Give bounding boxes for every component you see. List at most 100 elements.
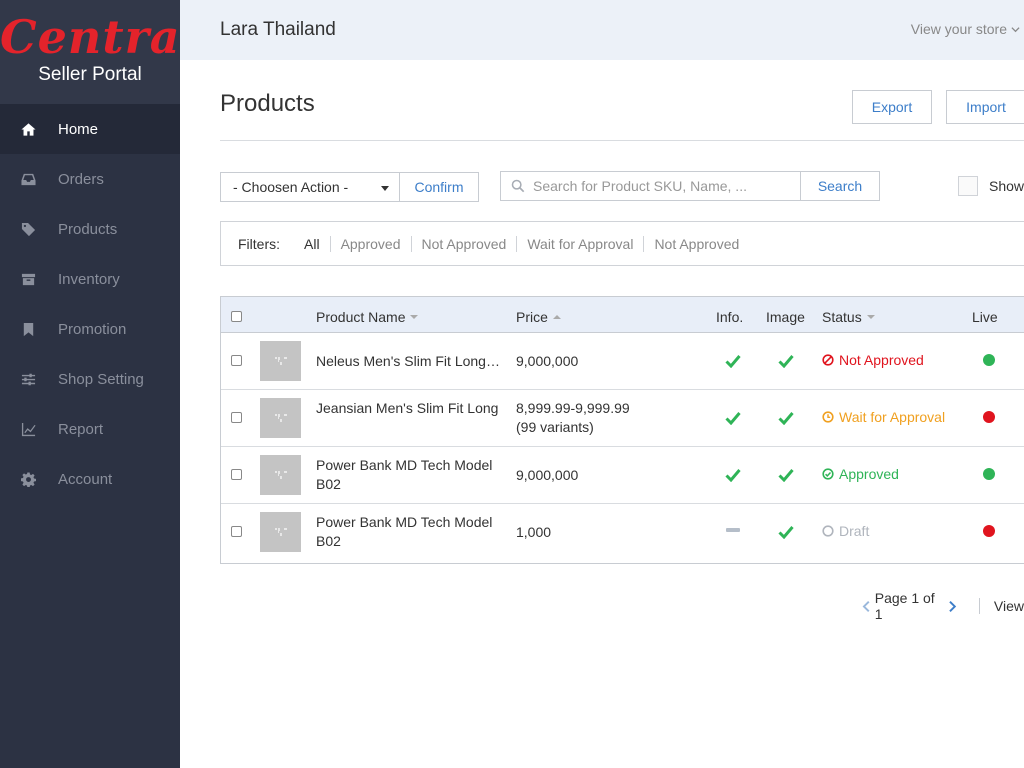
column-label: Status <box>822 309 862 325</box>
product-price: 9,000,000 <box>516 467 579 483</box>
filter-not-approved-2[interactable]: Not Approved <box>643 235 749 252</box>
image-placeholder-icon <box>274 357 287 365</box>
sort-down-icon <box>410 315 419 319</box>
column-live: Live <box>972 309 998 325</box>
search-icon <box>511 179 525 193</box>
select-all-checkbox[interactable] <box>231 311 242 322</box>
bookmark-icon <box>20 321 36 337</box>
column-label: Product Name <box>316 309 406 325</box>
product-name[interactable]: Neleus Men's Slim Fit Long… <box>316 352 506 371</box>
sidebar-item-label: Account <box>58 470 113 488</box>
sidebar-item-label: Orders <box>58 170 104 188</box>
column-image: Image <box>766 309 805 325</box>
confirm-button[interactable]: Confirm <box>399 172 479 202</box>
status-badge: Wait for Approval <box>822 409 945 425</box>
status-label: Draft <box>839 523 870 539</box>
title-divider <box>220 140 1024 141</box>
column-label: Price <box>516 309 548 325</box>
info-check-icon <box>725 355 741 368</box>
image-check-icon <box>778 526 794 539</box>
brand-logo[interactable]: Central Seller Portal <box>0 0 200 104</box>
product-price: 8,999.99-9,999.99 (99 variants) <box>516 400 630 435</box>
search-field[interactable] <box>500 171 801 201</box>
live-indicator <box>983 411 995 423</box>
column-product-name[interactable]: Product Name <box>316 309 419 325</box>
sidebar-item-promotion[interactable]: Promotion <box>0 304 180 354</box>
filter-wait-for-approval[interactable]: Wait for Approval <box>516 235 643 252</box>
live-indicator <box>983 525 995 537</box>
info-check-icon <box>725 412 741 425</box>
table-row[interactable]: Neleus Men's Slim Fit Long… 9,000,000 No… <box>221 333 1024 390</box>
sidebar-item-report[interactable]: Report <box>0 404 180 454</box>
table-row[interactable]: Power Bank MD Tech Model B02 9,000,000 A… <box>221 447 1024 504</box>
sidebar-item-orders[interactable]: Orders <box>0 154 180 204</box>
filter-approved[interactable]: Approved <box>329 235 411 252</box>
chevron-left-icon[interactable] <box>862 600 871 613</box>
store-name: Lara Thailand <box>220 19 336 40</box>
search-input[interactable] <box>533 178 793 194</box>
import-button[interactable]: Import <box>946 90 1024 124</box>
status-label: Approved <box>839 466 899 482</box>
filter-not-approved[interactable]: Not Approved <box>410 235 517 252</box>
sidebar-item-products[interactable]: Products <box>0 204 180 254</box>
pager-divider <box>978 598 980 614</box>
live-indicator <box>983 354 995 366</box>
page-indicator: Page 1 of 1 <box>874 590 935 622</box>
column-price[interactable]: Price <box>516 309 561 325</box>
check-circle-icon <box>822 468 834 480</box>
sidebar-item-inventory[interactable]: Inventory <box>0 254 180 304</box>
home-icon <box>20 121 36 137</box>
pagination: Page 1 of 1 View <box>862 590 1024 622</box>
tag-icon <box>20 221 36 237</box>
filter-all[interactable]: All <box>296 236 330 252</box>
sidebar-item-label: Home <box>58 120 99 138</box>
chevron-down-icon <box>1011 26 1020 32</box>
table-row[interactable]: Power Bank MD Tech Model B02 1,000 Draft <box>221 504 1024 564</box>
product-thumbnail <box>260 398 301 438</box>
sidebar: Central Seller Portal Home Orders Produc… <box>0 0 200 768</box>
show-checkbox-label: Show <box>989 178 1024 194</box>
row-checkbox[interactable] <box>231 469 242 480</box>
filters-label: Filters: <box>238 235 280 252</box>
info-check-icon <box>725 469 741 482</box>
image-check-icon <box>778 355 794 368</box>
row-checkbox[interactable] <box>231 526 242 537</box>
sidebar-item-label: Promotion <box>58 320 127 338</box>
sidebar-item-label: Shop Setting <box>58 370 144 388</box>
image-check-icon <box>778 469 794 482</box>
status-badge: Not Approved <box>822 352 924 368</box>
view-store-dropdown[interactable]: View your store <box>911 21 1020 37</box>
export-button[interactable]: Export <box>852 90 932 124</box>
product-price: 9,000,000 <box>516 353 579 369</box>
status-label: Not Approved <box>839 352 924 368</box>
filter-bar: Filters: All Approved Not Approved Wait … <box>220 221 1024 266</box>
view-per-page[interactable]: View <box>994 598 1024 614</box>
image-placeholder-icon <box>274 414 287 422</box>
row-checkbox[interactable] <box>231 355 242 366</box>
info-missing-dash-icon <box>726 528 740 532</box>
top-bar: Lara Thailand View your store <box>180 0 1024 60</box>
sidebar-item-account[interactable]: Account <box>0 454 180 504</box>
product-thumbnail <box>260 455 301 495</box>
product-thumbnail <box>260 512 301 552</box>
product-name[interactable]: Jeansian Men's Slim Fit Long <box>316 399 501 418</box>
product-name[interactable]: Power Bank MD Tech Model B02 <box>316 513 506 551</box>
image-placeholder-icon <box>274 528 287 536</box>
bulk-action-select[interactable]: - Choosen Action - <box>220 172 400 202</box>
clock-icon <box>822 411 834 423</box>
search-button[interactable]: Search <box>800 171 880 201</box>
logo-subtitle: Seller Portal <box>38 64 142 85</box>
chevron-right-icon[interactable] <box>948 600 957 613</box>
sidebar-item-home[interactable]: Home <box>0 104 180 154</box>
table-row[interactable]: Jeansian Men's Slim Fit Long 8,999.99-9,… <box>221 390 1024 447</box>
row-checkbox[interactable] <box>231 412 242 423</box>
sort-down-icon <box>866 315 875 319</box>
column-label: Image <box>766 309 805 325</box>
logo-wordmark: Central <box>0 10 200 64</box>
sliders-icon <box>20 371 36 387</box>
show-checkbox[interactable] <box>958 176 978 196</box>
column-status[interactable]: Status <box>822 309 875 325</box>
sidebar-item-shop-setting[interactable]: Shop Setting <box>0 354 180 404</box>
product-name[interactable]: Power Bank MD Tech Model B02 <box>316 456 506 494</box>
image-placeholder-icon <box>274 471 287 479</box>
